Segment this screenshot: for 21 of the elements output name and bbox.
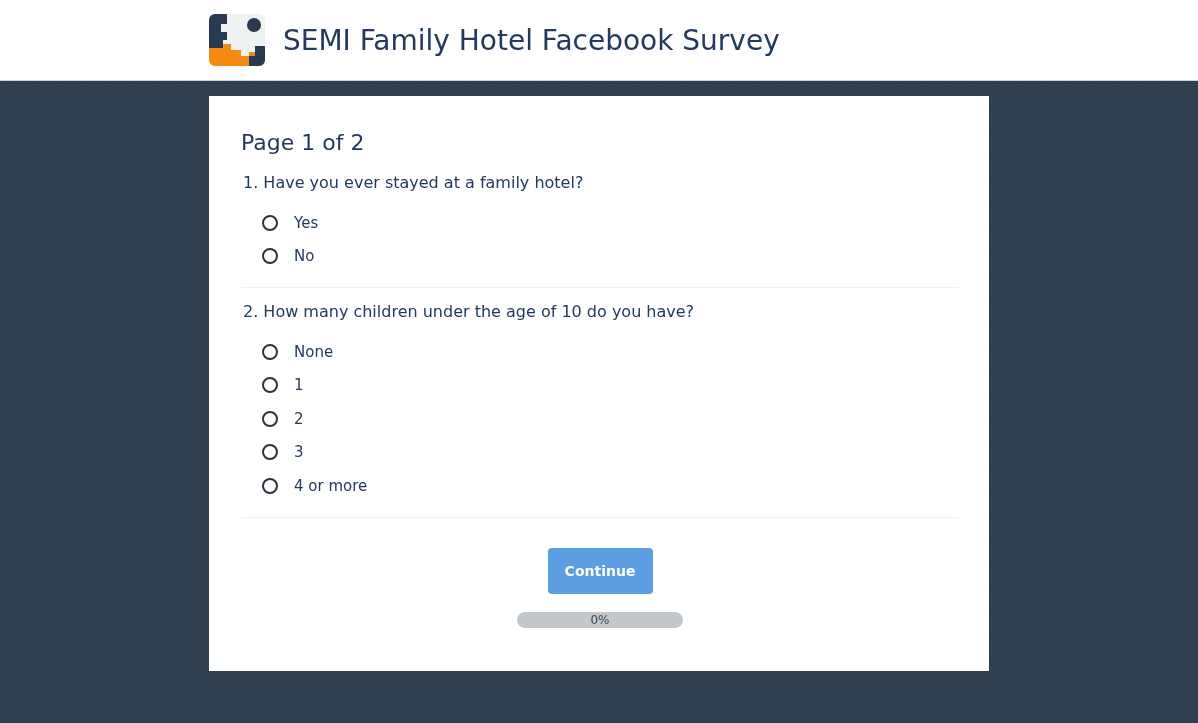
radio-button[interactable] [262,248,278,265]
option-label: 4 or more [294,476,368,495]
option-label: 2 [294,409,304,428]
puzzle-logo-icon [209,14,265,66]
option-label: 3 [294,443,304,462]
option-label: No [294,247,315,266]
option-label: None [294,342,334,361]
radio-button[interactable] [262,214,278,231]
question-text: 2. How many children under the age of 10 do you have? [243,302,696,321]
option-label: Yes [294,213,319,232]
survey-title: SEMI Family Hotel Facebook Survey [283,23,780,57]
radio-button[interactable] [262,444,278,461]
radio-button[interactable] [262,410,278,427]
progress-reading: 0% [590,612,610,627]
continue-button[interactable]: Continue [547,547,653,594]
radio-button[interactable] [262,343,278,360]
radio-button[interactable] [262,477,278,494]
question-text: 1. Have you ever stayed at a family hotel? [243,173,585,192]
option-label: 1 [294,376,304,395]
radio-button[interactable] [262,377,278,394]
page-heading: Page 1 of 2 [241,130,366,155]
